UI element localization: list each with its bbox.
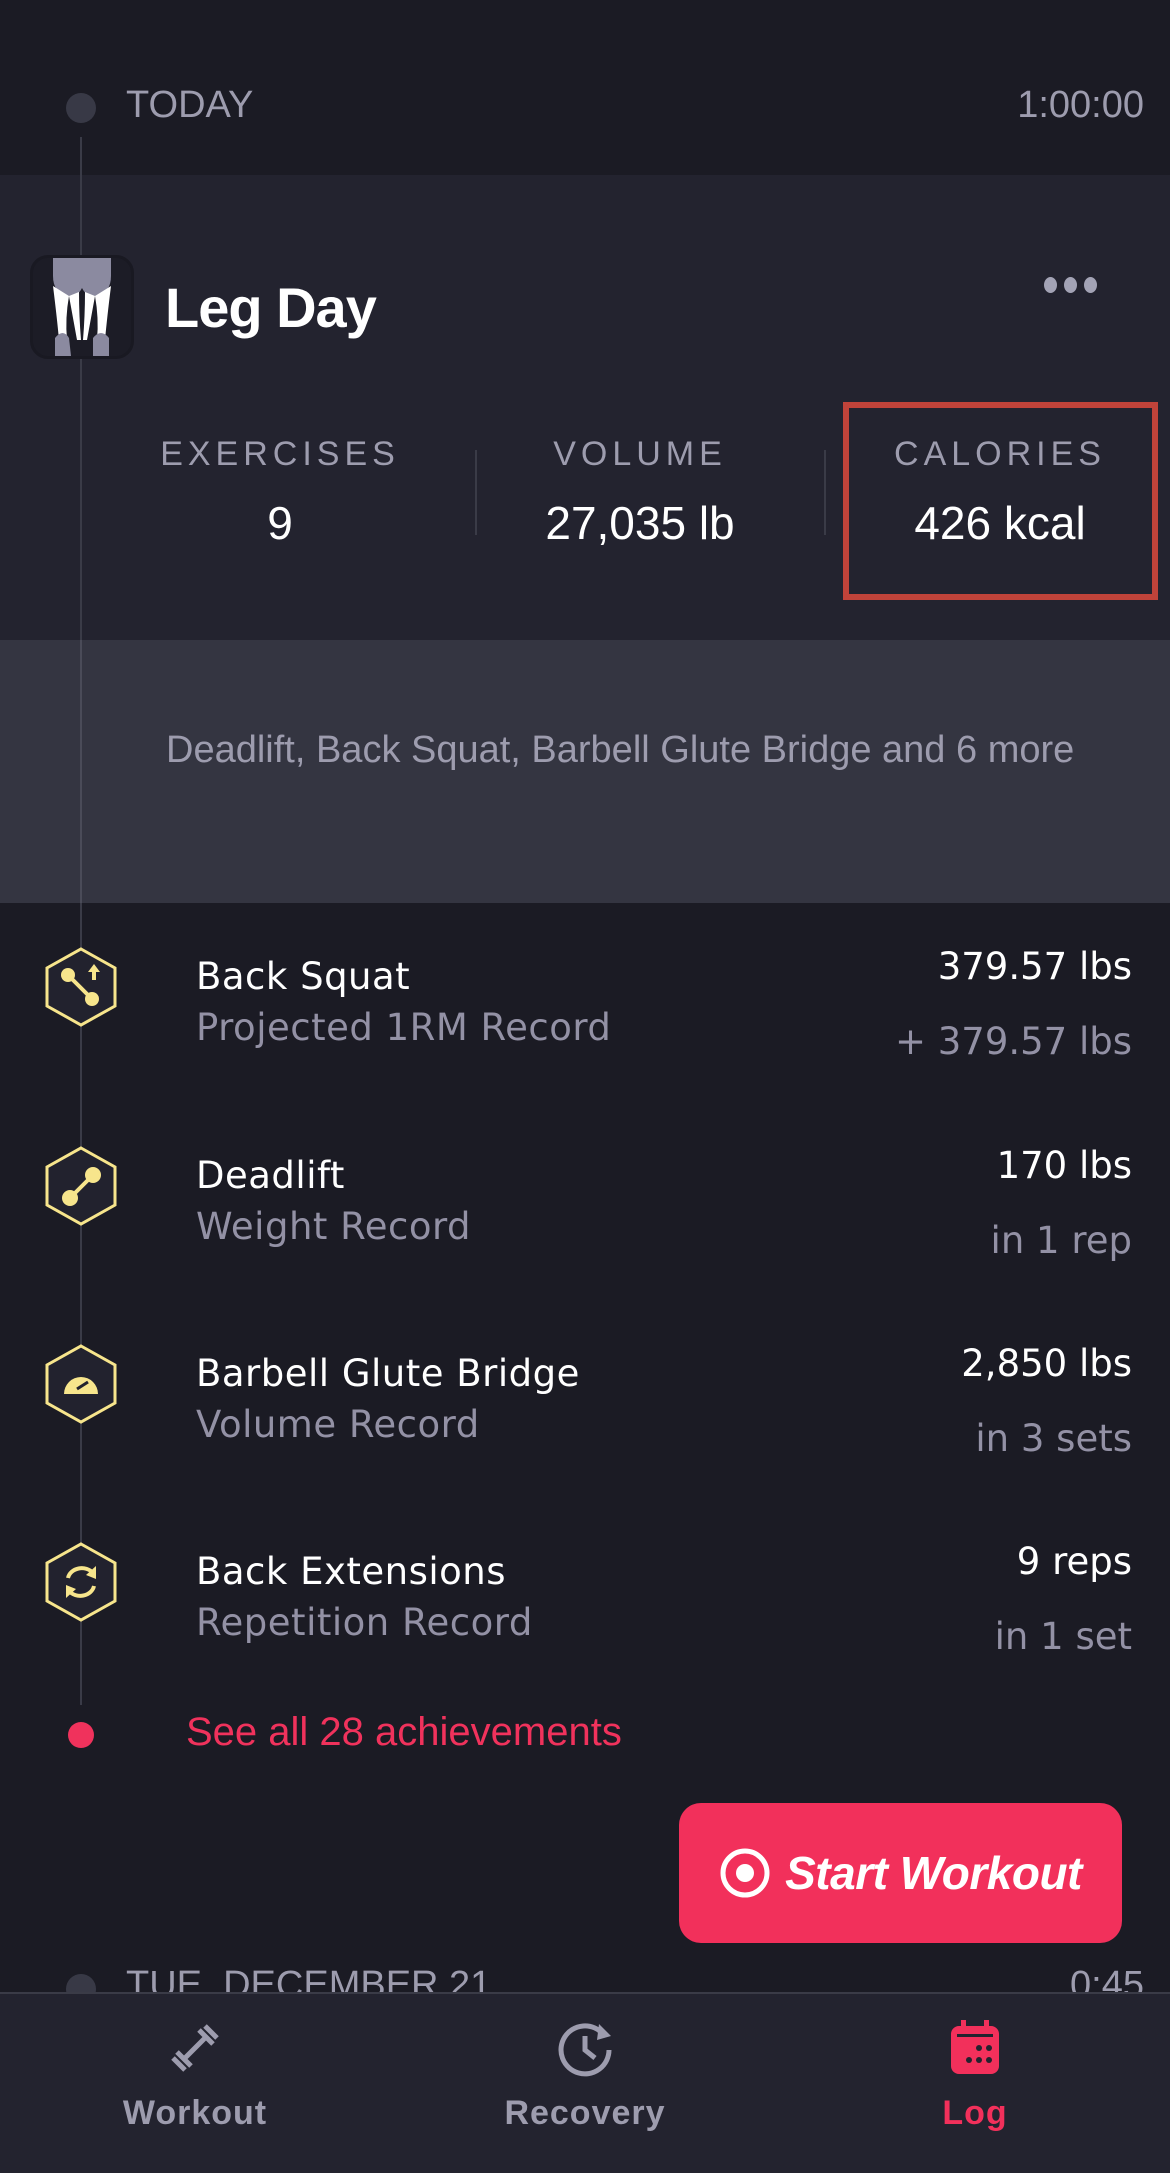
achievement-detail: in 3 sets: [975, 1417, 1132, 1460]
barbell-up-icon: [45, 947, 117, 1027]
timeline-dot: [66, 93, 96, 123]
achievement-detail: in 1 rep: [990, 1219, 1132, 1262]
start-workout-button[interactable]: Start Workout: [679, 1803, 1122, 1943]
stat-value: 9: [267, 497, 293, 549]
day-label: TUE, DECEMBER 21: [126, 1964, 492, 1992]
calories-highlight-box: [843, 402, 1158, 600]
timeline-line: [80, 175, 82, 640]
tab-label: Workout: [122, 2094, 268, 2132]
stat-divider: [824, 450, 826, 535]
barbell-icon: [171, 2024, 219, 2072]
timeline-line: [80, 640, 82, 903]
recovery-clock-icon: [558, 2023, 612, 2077]
stat-volume: VOLUME 27,035 lb: [500, 435, 780, 550]
achievement-exercise: Back Squat: [196, 955, 411, 998]
see-all-achievements-link[interactable]: See all 28 achievements: [186, 1710, 622, 1755]
achievement-value: 9 reps: [1016, 1540, 1132, 1583]
barbell-icon: [45, 1146, 117, 1226]
tab-recovery[interactable]: Recovery: [390, 1994, 780, 2173]
gauge-icon: [45, 1344, 117, 1424]
more-options-button[interactable]: [1030, 265, 1110, 305]
stat-label: EXERCISES: [160, 435, 400, 473]
achievement-detail: + 379.57 lbs: [894, 1020, 1132, 1063]
day-header-today: TODAY 1:00:00: [0, 0, 1170, 175]
more-dots-icon: [1063, 277, 1077, 293]
timeline-dot-accent: [68, 1722, 94, 1748]
timeline-line: [80, 137, 82, 175]
achievement-detail: in 1 set: [994, 1615, 1132, 1658]
timeline-dot: [66, 1974, 96, 1992]
tab-label: Log: [942, 2094, 1008, 2132]
more-dots-icon: [1043, 277, 1057, 293]
day-duration: 1:00:00: [1017, 84, 1144, 126]
more-dots-icon: [1083, 277, 1097, 293]
stat-divider: [475, 450, 477, 535]
achievement-record-type: Projected 1RM Record: [196, 1006, 612, 1049]
achievement-record-type: Weight Record: [196, 1205, 472, 1248]
achievement-record-type: Repetition Record: [196, 1601, 533, 1644]
achievement-value: 379.57 lbs: [937, 945, 1132, 988]
day-duration: 0:45: [1070, 1964, 1144, 1992]
legs-muscle-icon: [30, 255, 134, 359]
repeat-icon: [45, 1542, 117, 1622]
achievement-value: 2,850 lbs: [961, 1342, 1132, 1385]
exercise-summary-text: Deadlift, Back Squat, Barbell Glute Brid…: [166, 729, 1075, 771]
workout-title: Leg Day: [165, 276, 377, 339]
achievement-exercise: Deadlift: [196, 1154, 345, 1197]
exercise-summary[interactable]: Deadlift, Back Squat, Barbell Glute Brid…: [0, 640, 1170, 903]
tab-log[interactable]: Log: [780, 1994, 1170, 2173]
workout-card[interactable]: Leg Day EXERCISES 9 VOLUME 27,035 lb CAL…: [0, 175, 1170, 640]
tab-workout[interactable]: Workout: [0, 1994, 390, 2173]
achievement-exercise: Back Extensions: [196, 1550, 507, 1593]
achievement-record-type: Volume Record: [196, 1403, 480, 1446]
bottom-tab-bar: Workout Recovery Log: [0, 1992, 1170, 2173]
calendar-icon: [951, 2020, 999, 2074]
achievement-value: 170 lbs: [996, 1144, 1132, 1187]
stat-exercises: EXERCISES 9: [140, 435, 420, 550]
tab-label: Recovery: [504, 2094, 666, 2132]
achievement-exercise: Barbell Glute Bridge: [196, 1352, 580, 1395]
record-icon: [720, 1848, 770, 1898]
stat-value: 27,035 lb: [545, 497, 735, 549]
stat-label: VOLUME: [553, 435, 727, 473]
day-header-next[interactable]: TUE, DECEMBER 21 0:45: [0, 1950, 1170, 1992]
day-label: TODAY: [126, 84, 254, 126]
start-workout-label: Start Workout: [785, 1847, 1082, 1899]
